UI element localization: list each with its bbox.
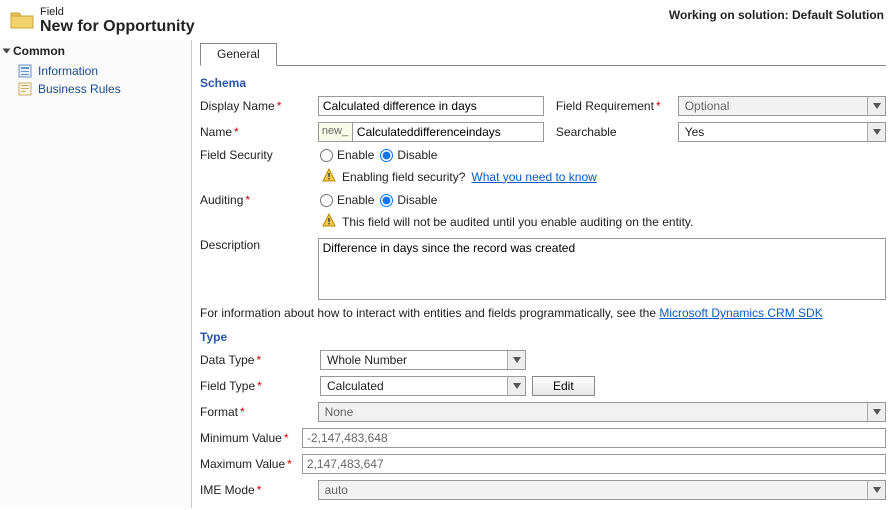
auditing-disable[interactable]: Disable (380, 193, 437, 207)
security-info-link[interactable]: What you need to know (471, 170, 596, 184)
display-name-label: Display Name* (200, 99, 318, 113)
auditing-label: Auditing* (200, 193, 320, 207)
data-type-select[interactable]: Whole Number (320, 350, 526, 370)
tab-general[interactable]: General (200, 43, 277, 66)
field-security-enable[interactable]: Enable (320, 148, 374, 162)
section-schema-label: Schema (200, 76, 886, 90)
auditing-enable[interactable]: Enable (320, 193, 374, 207)
ime-mode-select[interactable]: auto (318, 480, 886, 500)
field-security-label: Field Security (200, 148, 320, 162)
max-value-input[interactable] (302, 454, 886, 474)
sdk-link[interactable]: Microsoft Dynamics CRM SDK (659, 306, 822, 320)
field-requirement-select[interactable]: Optional (678, 96, 886, 116)
description-input[interactable] (318, 238, 886, 300)
ime-mode-label: IME Mode* (200, 483, 318, 497)
chevron-down-icon (507, 377, 525, 395)
field-type-label: Field Type* (200, 379, 320, 393)
sidebar-item-information[interactable]: Information (0, 62, 191, 80)
tabs: General (200, 42, 886, 66)
data-type-label: Data Type* (200, 353, 320, 367)
form-icon (18, 64, 32, 78)
chevron-down-icon (507, 351, 525, 369)
format-label: Format* (200, 405, 318, 419)
audit-warn-text: This field will not be audited until you… (342, 215, 693, 229)
page-title: New for Opportunity (40, 18, 669, 36)
searchable-select[interactable]: Yes (678, 122, 886, 142)
security-warn-text: Enabling field security? (342, 170, 465, 184)
field-requirement-label: Field Requirement* (556, 99, 678, 113)
min-value-input[interactable] (302, 428, 886, 448)
min-value-label: Minimum Value* (200, 431, 302, 445)
field-security-disable[interactable]: Disable (380, 148, 437, 162)
edit-button[interactable]: Edit (532, 376, 595, 396)
name-label: Name* (200, 125, 318, 139)
chevron-down-icon (867, 481, 885, 499)
sidebar-item-business-rules[interactable]: Business Rules (0, 80, 191, 98)
name-input[interactable] (352, 122, 544, 142)
searchable-label: Searchable (556, 125, 678, 139)
header-small: Field (40, 6, 669, 18)
section-type-label: Type (200, 330, 886, 344)
max-value-label: Maximum Value* (200, 457, 302, 471)
warning-icon (322, 168, 336, 185)
sdk-info-text: For information about how to interact wi… (200, 306, 886, 320)
solution-label: Working on solution: Default Solution (669, 6, 884, 22)
folder-icon (10, 8, 34, 30)
rules-icon (18, 82, 32, 96)
description-label: Description (200, 238, 318, 252)
field-type-select[interactable]: Calculated (320, 376, 526, 396)
name-prefix: new_ (318, 122, 352, 142)
sidebar-section-common[interactable]: Common (0, 40, 191, 62)
display-name-input[interactable] (318, 96, 544, 116)
warning-icon (322, 213, 336, 230)
format-select[interactable]: None (318, 402, 886, 422)
chevron-down-icon (867, 97, 885, 115)
sidebar: Common Information Business Rules (0, 40, 192, 508)
chevron-down-icon (867, 403, 885, 421)
chevron-down-icon (867, 123, 885, 141)
